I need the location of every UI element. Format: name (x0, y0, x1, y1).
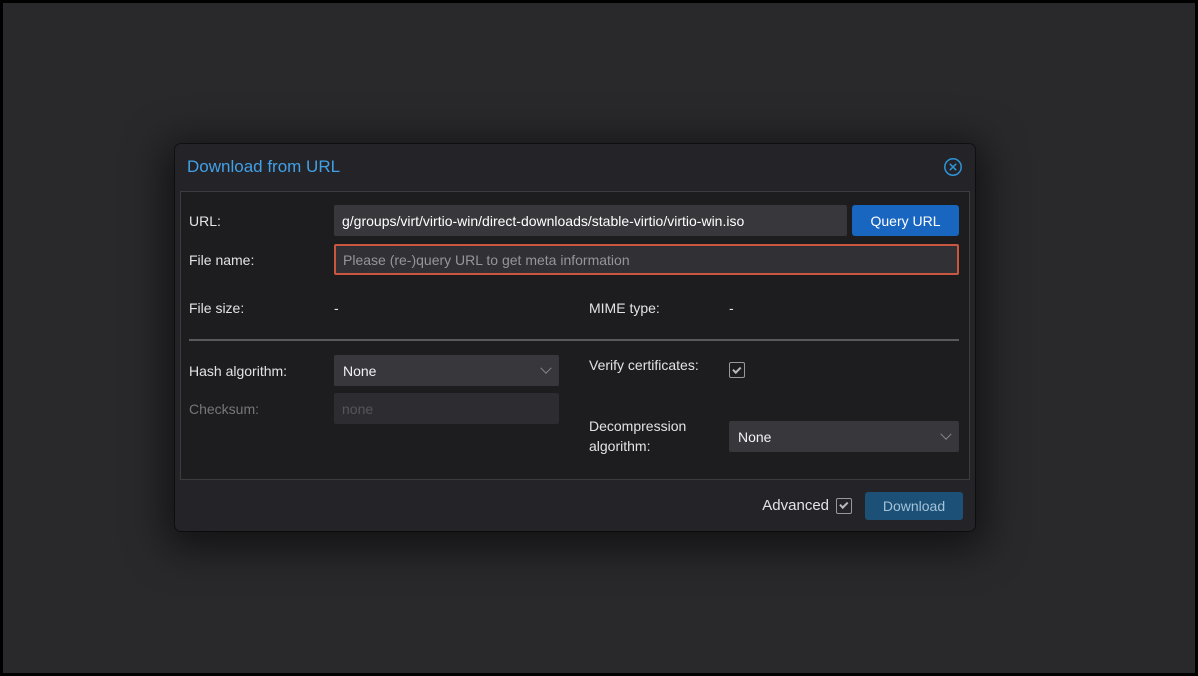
file-size-value: - (334, 292, 339, 323)
hash-algorithm-select[interactable]: None (334, 355, 559, 386)
decompression-algorithm-value: None (738, 429, 942, 445)
hash-algorithm-value: None (343, 363, 542, 379)
mime-type-label: MIME type: (589, 292, 660, 323)
dialog-title: Download from URL (187, 157, 943, 177)
dialog-header: Download from URL (175, 144, 975, 190)
decompression-algorithm-select[interactable]: None (729, 421, 959, 452)
desktop-background: { "window": { "title": "Download from UR… (0, 0, 1198, 676)
mime-type-value: - (729, 292, 734, 323)
file-size-label: File size: (189, 292, 244, 323)
download-button[interactable]: Download (865, 492, 963, 520)
checksum-input (334, 393, 559, 424)
dialog-toolbar: Advanced Download (175, 480, 975, 531)
query-url-button[interactable]: Query URL (852, 205, 959, 236)
form-panel: URL: Query URL File name: File size: - M… (180, 191, 970, 480)
download-from-url-dialog: Download from URL URL: Query URL File na… (175, 144, 975, 531)
check-icon (732, 365, 741, 374)
url-label: URL: (189, 205, 221, 236)
chevron-down-icon (940, 428, 951, 439)
decompression-algorithm-label: Decompression algorithm: (589, 416, 719, 456)
verify-certificates-checkbox[interactable] (729, 362, 745, 378)
section-divider (189, 339, 959, 341)
advanced-label: Advanced (762, 497, 829, 514)
hash-algorithm-label: Hash algorithm: (189, 355, 287, 386)
url-input[interactable] (334, 205, 847, 236)
chevron-down-icon (540, 362, 551, 373)
advanced-checkbox[interactable] (836, 498, 852, 514)
verify-certificates-label: Verify certificates: (589, 355, 709, 375)
close-icon[interactable] (943, 157, 963, 177)
check-icon (839, 500, 848, 509)
file-name-input[interactable] (334, 244, 959, 275)
checksum-label: Checksum: (189, 393, 259, 424)
file-name-label: File name: (189, 244, 254, 275)
